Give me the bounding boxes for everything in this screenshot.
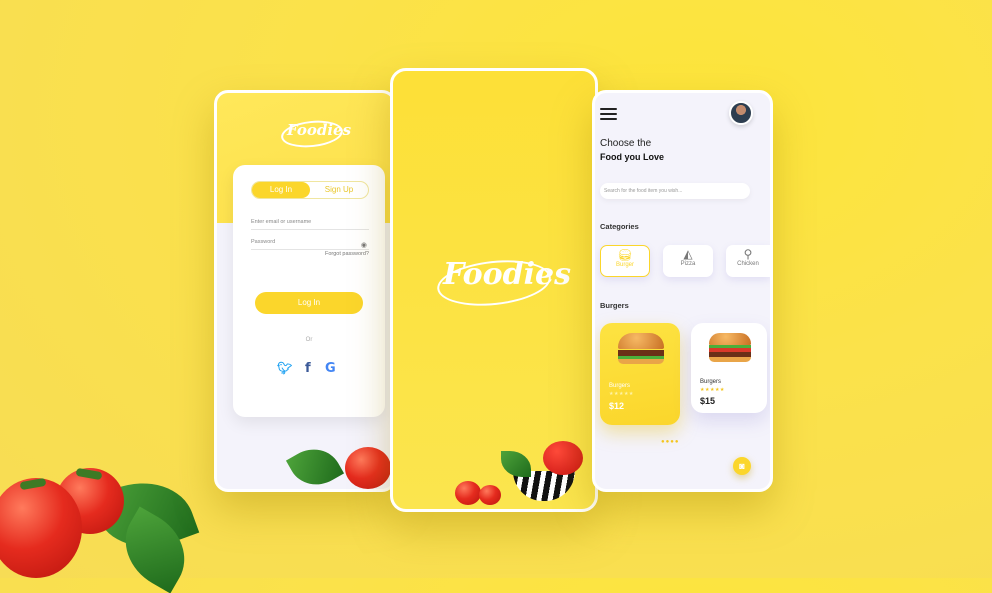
tomato-decoration [455,481,481,505]
burger-image [709,333,751,362]
greeting-line-1: Choose the [600,138,652,149]
food-price: $15 [700,396,716,406]
tomato-decoration [0,478,82,578]
categories-heading: Categories [600,222,639,231]
twitter-icon[interactable]: 🐦︎ [277,361,292,375]
burger-icon: 🍔︎ [617,248,633,262]
category-burger[interactable]: 🍔︎ Burger [600,245,650,277]
foodies-logo: Foodies [443,257,572,292]
leaf-decoration [285,438,345,489]
food-name: Burgers [700,379,722,385]
facebook-icon[interactable]: f [305,361,311,376]
category-chicken[interactable]: ⚲ Chicken [726,245,770,277]
category-label: Chicken [737,261,759,267]
splash-screen: Foodies [390,68,598,512]
food-card[interactable]: Burgers ★★★★★ $15 [691,323,767,413]
food-price: $12 [609,401,625,411]
food-name: Burgers [609,383,631,389]
or-divider-text: Or [305,337,313,343]
tab-login[interactable]: Log In [252,182,310,198]
burger-image [618,333,664,364]
pizza-icon: ◭ [683,247,693,261]
login-card: Log In Sign Up Enter email or username P… [233,165,385,417]
auth-toggle: Log In Sign Up [251,181,369,199]
tomato-decoration [345,447,391,489]
burgers-heading: Burgers [600,301,629,310]
rating-stars: ★★★★★ [609,391,634,397]
bag-icon: ◙ [739,461,745,471]
pepper-decoration [543,441,583,475]
broccoli-decoration [501,451,531,477]
foodies-logo: Foodies [287,121,352,139]
chicken-icon: ⚲ [743,247,753,261]
category-pizza[interactable]: ◭ Pizza [663,245,713,277]
pagination-dots[interactable]: ●●●● [661,439,680,445]
login-button[interactable]: Log In [255,292,363,314]
login-screen: Foodies Log In Sign Up Enter email or us… [214,90,396,492]
rating-stars: ★★★★★ [700,387,725,393]
home-screen: Choose the Food you Love Search for the … [592,90,773,492]
password-placeholder: Password [251,239,276,245]
cart-button[interactable]: ◙ [733,457,751,475]
menu-icon[interactable] [600,108,617,123]
category-label: Burger [615,262,634,268]
greeting-line-2: Food you Love [600,152,664,162]
category-label: Pizza [680,261,696,267]
email-field[interactable]: Enter email or username [251,215,369,230]
food-card[interactable]: Burgers ★★★★★ $12 [600,323,680,425]
google-icon[interactable]: G [325,361,336,376]
tab-signup[interactable]: Sign Up [310,182,368,198]
password-field[interactable]: Password ◉ [251,235,369,250]
forgot-password-link[interactable]: Forgot password? [325,251,369,257]
avatar[interactable] [729,101,753,125]
tomato-decoration [479,485,501,505]
search-input[interactable]: Search for the food item you wish... [600,183,750,199]
